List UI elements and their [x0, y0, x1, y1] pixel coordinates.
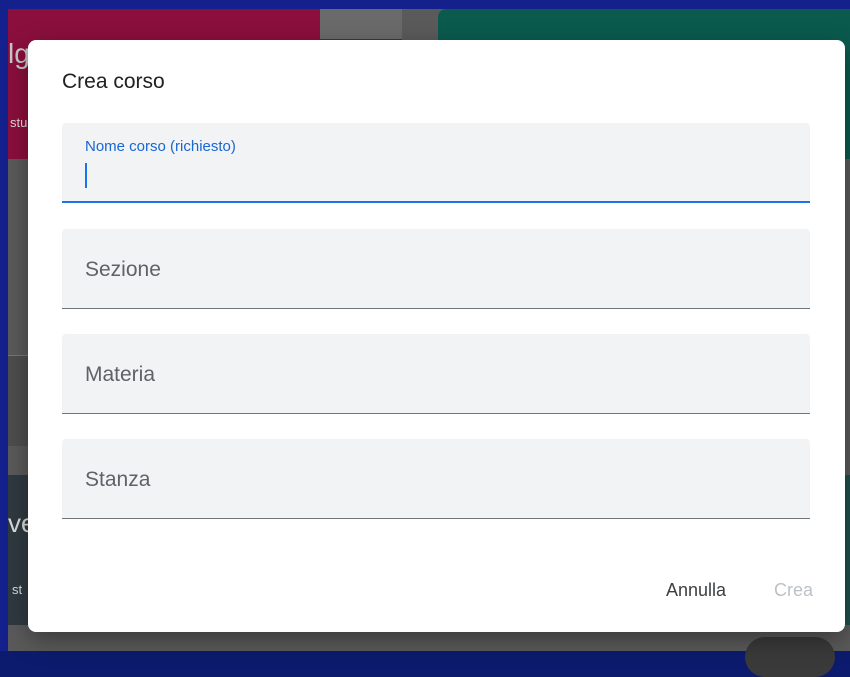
background-card-subtitle-fragment: st: [12, 582, 23, 597]
subject-field[interactable]: Materia: [62, 334, 810, 414]
background-card-corner: [320, 9, 402, 39]
background-fab: [745, 637, 835, 677]
course-name-field[interactable]: Nome corso (richiesto): [62, 123, 810, 203]
window-frame-left: [0, 0, 8, 651]
dialog-title: Crea corso: [62, 70, 165, 93]
course-name-input[interactable]: [85, 163, 789, 191]
course-name-label: Nome corso (richiesto): [85, 138, 236, 155]
section-field[interactable]: Sezione: [62, 229, 810, 309]
background-card-subtitle-fragment: stu: [10, 115, 28, 130]
window-frame-top: [0, 0, 850, 9]
cancel-button[interactable]: Annulla: [666, 580, 726, 601]
room-field[interactable]: Stanza: [62, 439, 810, 519]
subject-label: Materia: [85, 363, 156, 386]
room-label: Stanza: [85, 468, 151, 491]
dialog-actions: Annulla Crea: [28, 580, 845, 610]
background-card-title-fragment: lg: [8, 38, 30, 69]
create-button[interactable]: Crea: [774, 580, 813, 601]
section-label: Sezione: [85, 258, 161, 281]
create-course-dialog: Crea corso Nome corso (richiesto) Sezion…: [28, 40, 845, 632]
